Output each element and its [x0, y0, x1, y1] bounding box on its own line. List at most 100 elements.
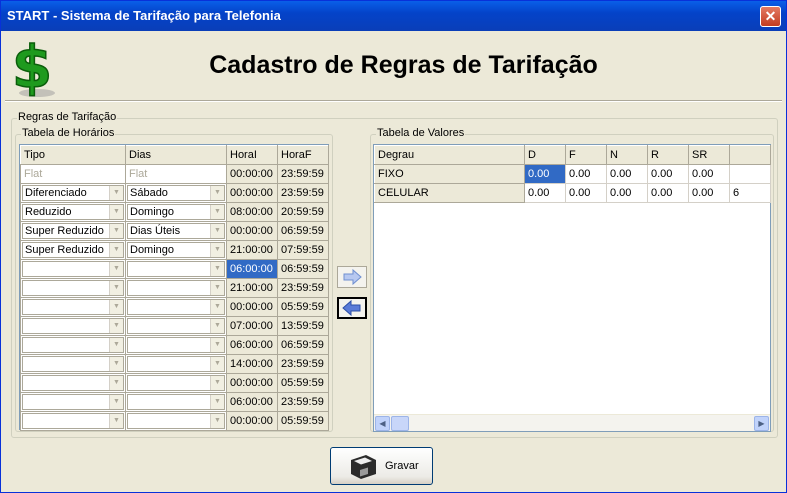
- valor-cell[interactable]: 0.00: [524, 164, 566, 184]
- horario-horai-cell[interactable]: 00:00:00: [226, 221, 278, 241]
- horario-horaf-cell[interactable]: 20:59:59: [277, 202, 329, 222]
- valor-cell[interactable]: 0.00: [647, 164, 689, 184]
- gravar-button[interactable]: Gravar: [330, 447, 433, 485]
- horario-tipo-cell[interactable]: ▼: [20, 373, 126, 393]
- horario-dias-cell[interactable]: ▼: [125, 259, 227, 279]
- col-header-horaf[interactable]: HoraF: [277, 145, 329, 165]
- horario-horai-cell[interactable]: 21:00:00: [226, 240, 278, 260]
- horario-row[interactable]: ▼ ▼ 06:00:00 23:59:59: [20, 392, 329, 412]
- horario-tipo-cell[interactable]: ▼: [20, 335, 126, 355]
- tipo-dropdown[interactable]: ▼: [22, 413, 124, 429]
- col-header-d[interactable]: D: [524, 145, 566, 165]
- chevron-down-icon[interactable]: ▼: [210, 205, 224, 219]
- chevron-down-icon[interactable]: ▼: [210, 243, 224, 257]
- horario-horaf-cell[interactable]: 23:59:59: [277, 354, 329, 374]
- horario-horaf-cell[interactable]: 07:59:59: [277, 240, 329, 260]
- horario-tipo-cell[interactable]: ▼: [20, 297, 126, 317]
- horario-dias-cell[interactable]: Dias Úteis ▼: [125, 221, 227, 241]
- tipo-dropdown[interactable]: Diferenciado ▼: [22, 185, 124, 201]
- dias-dropdown[interactable]: ▼: [127, 299, 225, 315]
- horario-tipo-cell[interactable]: ▼: [20, 392, 126, 412]
- horario-horaf-cell[interactable]: 23:59:59: [277, 183, 329, 203]
- horario-horaf-cell[interactable]: 13:59:59: [277, 316, 329, 336]
- horario-horai-cell[interactable]: 06:00:00: [226, 259, 278, 279]
- tipo-dropdown[interactable]: ▼: [22, 318, 124, 334]
- dias-dropdown[interactable]: ▼: [127, 356, 225, 372]
- chevron-down-icon[interactable]: ▼: [210, 186, 224, 200]
- valor-cell[interactable]: 0.00: [565, 164, 607, 184]
- col-header-r[interactable]: R: [647, 145, 689, 165]
- chevron-down-icon[interactable]: ▼: [210, 281, 224, 295]
- horario-horai-cell[interactable]: 00:00:00: [226, 411, 278, 431]
- horario-horaf-cell[interactable]: 23:59:59: [277, 164, 329, 184]
- horario-horai-cell[interactable]: 00:00:00: [226, 183, 278, 203]
- chevron-down-icon[interactable]: ▼: [109, 205, 123, 219]
- col-header-extra[interactable]: [729, 145, 771, 165]
- dias-dropdown[interactable]: Sábado ▼: [127, 185, 225, 201]
- horario-horai-cell[interactable]: 14:00:00: [226, 354, 278, 374]
- horario-horaf-cell[interactable]: 05:59:59: [277, 297, 329, 317]
- col-header-tipo[interactable]: Tipo: [20, 145, 126, 165]
- chevron-down-icon[interactable]: ▼: [109, 300, 123, 314]
- dias-dropdown[interactable]: Domingo ▼: [127, 242, 225, 258]
- horario-horaf-cell[interactable]: 23:59:59: [277, 278, 329, 298]
- col-header-horai[interactable]: HoraI: [226, 145, 278, 165]
- chevron-down-icon[interactable]: ▼: [210, 224, 224, 238]
- scroll-right-icon[interactable]: ▶: [754, 416, 769, 431]
- col-header-f[interactable]: F: [565, 145, 607, 165]
- horario-tipo-cell[interactable]: Super Reduzido ▼: [20, 240, 126, 260]
- valor-cell[interactable]: 0.00: [565, 183, 607, 203]
- valor-row[interactable]: CELULAR 0.00 0.00 0.00 0.00 0.00 6: [374, 183, 771, 203]
- scroll-left-icon[interactable]: ◀: [375, 416, 390, 431]
- horario-tipo-cell[interactable]: ▼: [20, 259, 126, 279]
- horario-horai-cell[interactable]: 00:00:00: [226, 164, 278, 184]
- horizontal-scrollbar[interactable]: ◀ ▶: [374, 414, 770, 431]
- tipo-dropdown[interactable]: ▼: [22, 337, 124, 353]
- degrau-cell[interactable]: FIXO: [374, 164, 525, 184]
- tipo-dropdown[interactable]: ▼: [22, 261, 124, 277]
- col-header-dias[interactable]: Dias: [125, 145, 227, 165]
- horario-row[interactable]: Super Reduzido ▼ Dias Úteis ▼ 00:00:00 06:59:…: [20, 221, 329, 241]
- chevron-down-icon[interactable]: ▼: [210, 300, 224, 314]
- dias-dropdown[interactable]: Domingo ▼: [127, 204, 225, 220]
- chevron-down-icon[interactable]: ▼: [210, 338, 224, 352]
- chevron-down-icon[interactable]: ▼: [109, 243, 123, 257]
- horario-row[interactable]: ▼ ▼ 06:00:00 06:59:59: [20, 335, 329, 355]
- chevron-down-icon[interactable]: ▼: [210, 319, 224, 333]
- scroll-thumb[interactable]: [391, 416, 409, 431]
- horario-tipo-cell[interactable]: ▼: [20, 354, 126, 374]
- tipo-dropdown[interactable]: ▼: [22, 375, 124, 391]
- horario-row[interactable]: Reduzido ▼ Domingo ▼ 08:00:00 20:59:59: [20, 202, 329, 222]
- horario-row[interactable]: ▼ ▼ 00:00:00 05:59:59: [20, 411, 329, 431]
- tipo-dropdown[interactable]: Super Reduzido ▼: [22, 242, 124, 258]
- horario-horaf-cell[interactable]: 06:59:59: [277, 335, 329, 355]
- horario-tipo-cell[interactable]: Reduzido ▼: [20, 202, 126, 222]
- valor-cell[interactable]: 0.00: [524, 183, 566, 203]
- horario-row[interactable]: ▼ ▼ 00:00:00 05:59:59: [20, 373, 329, 393]
- horario-dias-cell[interactable]: ▼: [125, 373, 227, 393]
- horario-dias-cell[interactable]: ▼: [125, 335, 227, 355]
- horario-horaf-cell[interactable]: 06:59:59: [277, 259, 329, 279]
- horario-dias-cell[interactable]: Sábado ▼: [125, 183, 227, 203]
- valores-grid[interactable]: Degrau D F N R SR FIXO 0.00 0.00 0.00 0.00 0.…: [373, 144, 771, 432]
- col-header-degrau[interactable]: Degrau: [374, 145, 525, 165]
- horario-dias-cell[interactable]: Flat: [125, 164, 227, 184]
- dias-dropdown[interactable]: Dias Úteis ▼: [127, 223, 225, 239]
- chevron-down-icon[interactable]: ▼: [109, 395, 123, 409]
- chevron-down-icon[interactable]: ▼: [210, 414, 224, 428]
- tipo-dropdown[interactable]: ▼: [22, 356, 124, 372]
- horarios-grid[interactable]: Tipo Dias HoraI HoraF Flat Flat 00:00:00 23…: [19, 144, 329, 431]
- dias-dropdown[interactable]: ▼: [127, 337, 225, 353]
- move-left-button[interactable]: [337, 297, 367, 319]
- move-right-button[interactable]: [337, 266, 367, 288]
- chevron-down-icon[interactable]: ▼: [210, 395, 224, 409]
- chevron-down-icon[interactable]: ▼: [109, 338, 123, 352]
- horario-row[interactable]: ▼ ▼ 14:00:00 23:59:59: [20, 354, 329, 374]
- horario-row[interactable]: Flat Flat 00:00:00 23:59:59: [20, 164, 329, 184]
- horario-tipo-cell[interactable]: Flat: [20, 164, 126, 184]
- chevron-down-icon[interactable]: ▼: [109, 224, 123, 238]
- horario-tipo-cell[interactable]: ▼: [20, 316, 126, 336]
- horario-tipo-cell[interactable]: ▼: [20, 411, 126, 431]
- valor-cell[interactable]: 0.00: [688, 164, 730, 184]
- horario-row[interactable]: ▼ ▼ 07:00:00 13:59:59: [20, 316, 329, 336]
